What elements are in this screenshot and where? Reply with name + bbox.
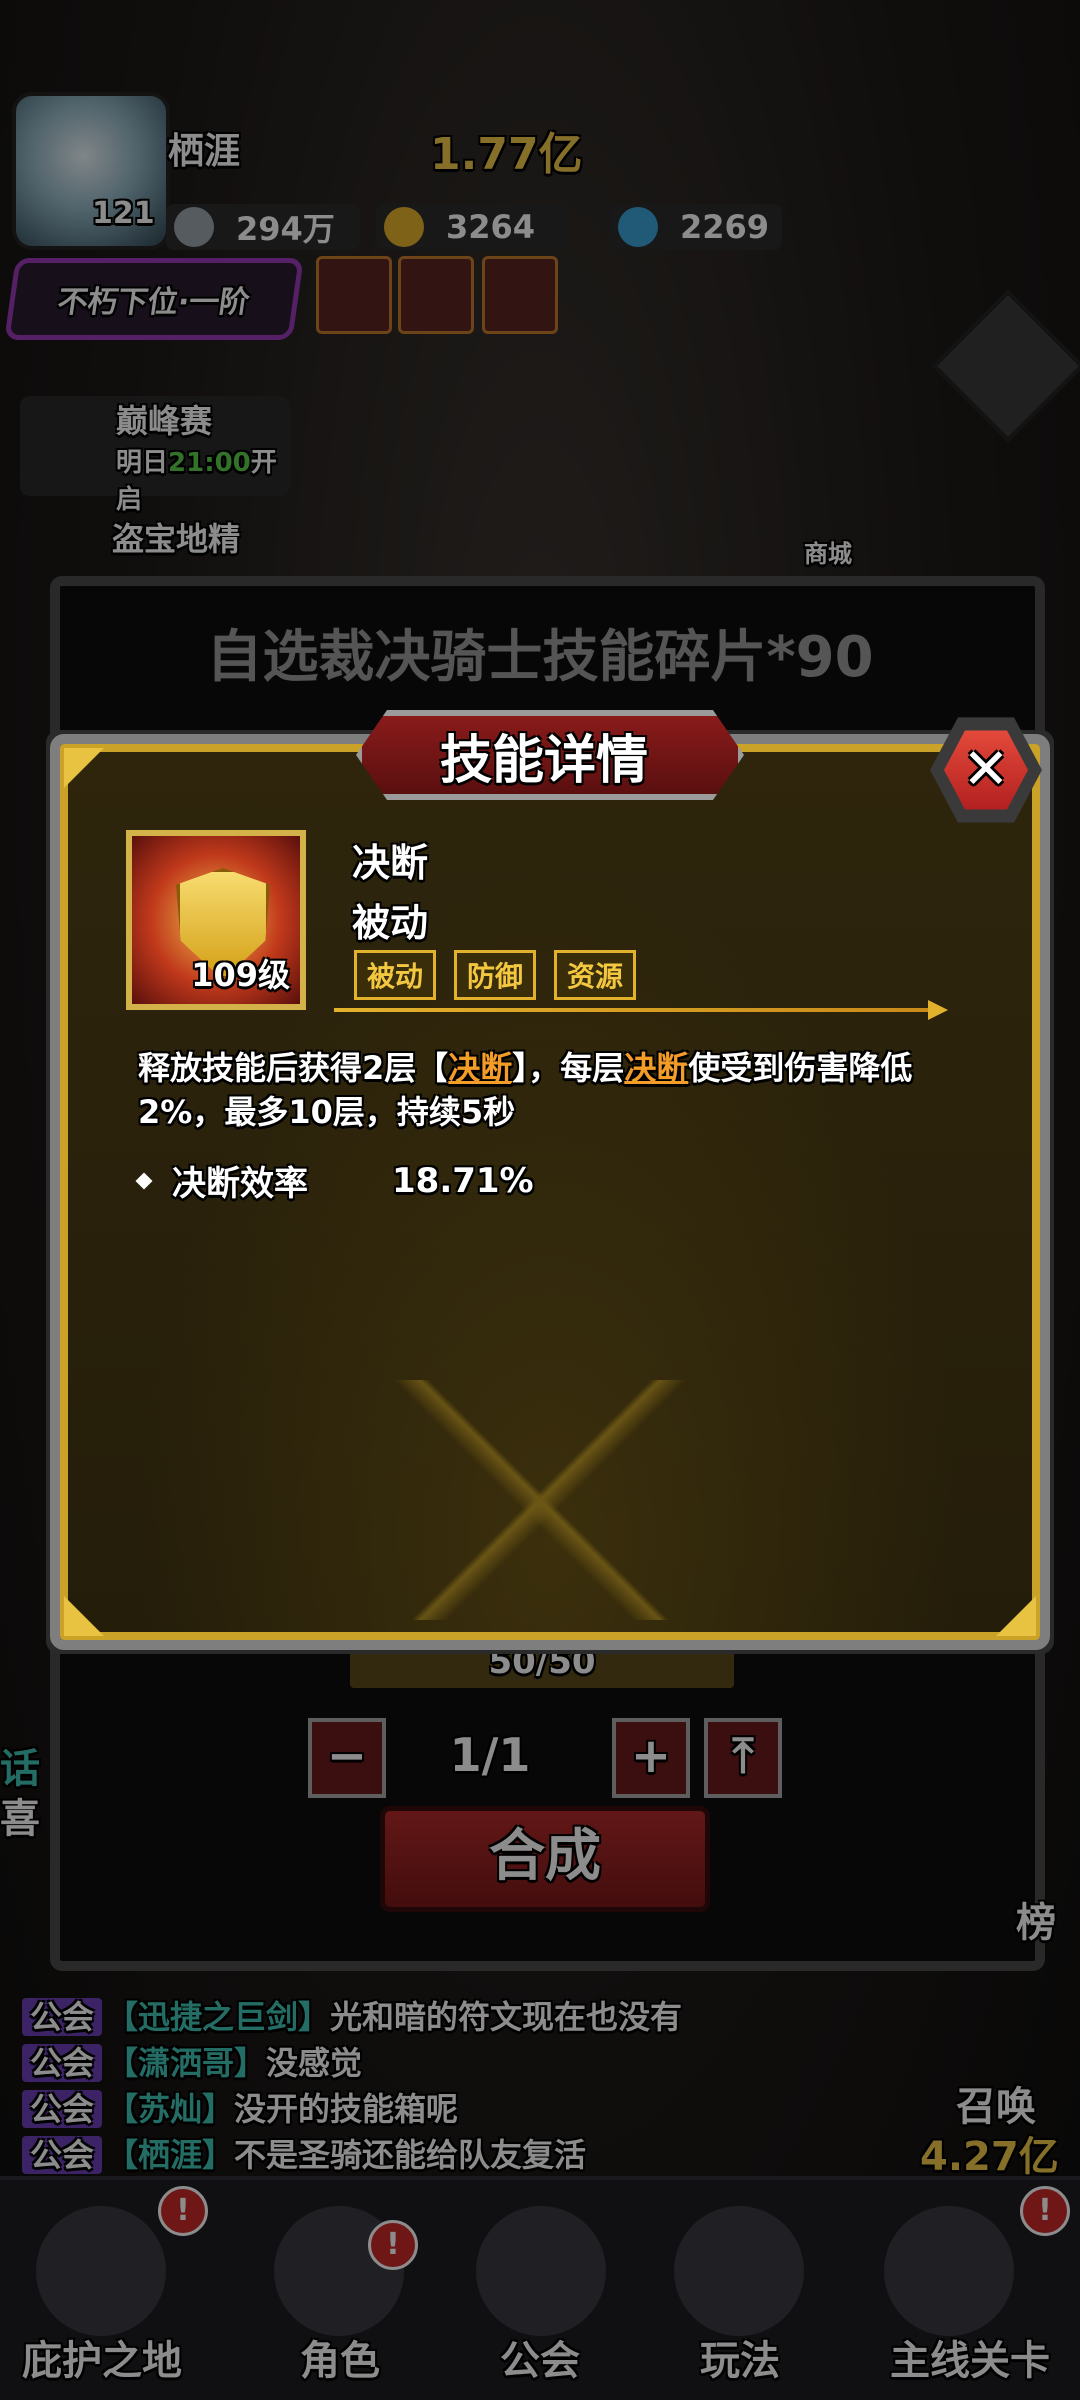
desc-text: 释放技能后获得2层【 (138, 1049, 449, 1087)
nav-character-badge: ! (368, 2220, 418, 2270)
player-power: 1.77亿 (430, 129, 583, 180)
shard-dialog-title: 自选裁决骑士技能碎片*90 (206, 625, 874, 690)
arrow-icon (928, 1000, 948, 1020)
castle-icon (36, 2206, 166, 2336)
resource-gold-value: 3264 (446, 208, 536, 246)
nav-sanctuary-badge: ! (158, 2186, 208, 2236)
skull-icon (674, 2206, 804, 2336)
chat-text: 光和暗的符文现在也没有 (330, 1998, 683, 2036)
nav-sanctuary[interactable]: 庇护之地 (22, 2328, 182, 2386)
rank-badge[interactable]: 不朽下位·一阶 (4, 258, 304, 340)
hero-card-2[interactable] (398, 256, 474, 334)
nav-character[interactable]: 角色 (260, 2328, 420, 2386)
skill-name: 决断 (352, 841, 429, 885)
plus-button[interactable]: + (612, 1718, 690, 1798)
skill-tag: 资源 (554, 950, 637, 1000)
skill-icon: 109级 (126, 830, 306, 1010)
close-button[interactable]: ✕ (930, 714, 1042, 826)
compose-count: 1/1 (449, 1728, 531, 1782)
chat-sender: 【潇洒哥】 (106, 2044, 267, 2082)
peak-time-prefix: 明日 (116, 448, 169, 478)
stat-label: 决断效率 (172, 1164, 308, 1204)
skill-stat-row: 决断效率 18.71% (135, 1156, 534, 1205)
minus-button[interactable]: − (308, 1718, 386, 1798)
player-name: 栖涯 (168, 131, 241, 172)
chat-text: 不是圣骑还能给队友复活 (234, 2136, 587, 2174)
shop-entry[interactable]: 商城 (804, 534, 852, 569)
gem-icon (618, 207, 658, 247)
guild-icon (476, 2206, 606, 2336)
panel-decoration (200, 1380, 880, 1620)
skill-panel-header: 技能详情 (316, 688, 772, 808)
coin-icon (174, 207, 214, 247)
resource-silver[interactable]: 294万 (166, 204, 360, 250)
peak-event-entry[interactable]: 巅峰赛 明日21:00开启 (20, 396, 290, 515)
chat-sender: 【栖涯】 (106, 2136, 235, 2174)
chat-sender: 【苏灿】 (106, 2090, 235, 2128)
desc-text: 】，每层 (512, 1049, 625, 1087)
skill-panel-title: 技能详情 (439, 731, 648, 791)
chat-line[interactable]: 公会 【栖涯】不是圣骑还能给队友复活 (22, 2130, 586, 2176)
chat-tag: 公会 (22, 2044, 103, 2082)
bullet-icon (135, 1172, 153, 1189)
chat-line[interactable]: 公会 【潇洒哥】没感觉 (22, 2038, 362, 2084)
skill-tags: 被动 防御 资源 (354, 950, 637, 1000)
peak-time: 21:00 (168, 448, 251, 478)
skill-description: 释放技能后获得2层【决断】，每层决断使受到伤害降低2%，最多10层，持续5秒 (138, 1046, 958, 1134)
panel-corner (996, 1596, 1036, 1636)
resource-gem-value: 2269 (680, 208, 770, 246)
hero-card-1[interactable] (316, 256, 392, 334)
stat-value: 18.71% (392, 1160, 534, 1201)
divider (334, 1008, 934, 1012)
nav-main-stage[interactable]: 主线关卡 (870, 2328, 1070, 2386)
side-text-2: 喜 (0, 1796, 40, 1842)
resource-gold[interactable]: 3264 (376, 204, 570, 250)
player-level: 121 (92, 196, 155, 231)
panel-corner (64, 748, 104, 788)
chat-line[interactable]: 公会 【迅捷之巨剑】光和暗的符文现在也没有 (22, 1992, 682, 2038)
treasure-goblin-entry[interactable]: 盗宝地精 (112, 514, 240, 560)
skill-level: 109级 (191, 956, 290, 994)
rank-entry[interactable]: 榜 (1016, 1890, 1056, 1948)
peak-event-label: 巅峰赛 (116, 402, 213, 440)
shard-progress: 50/50 (350, 1636, 734, 1688)
desc-highlight: 决断 (448, 1049, 513, 1087)
boss-icon (884, 2206, 1014, 2336)
resource-silver-value: 294万 (236, 210, 335, 248)
skill-tag: 防御 (454, 950, 537, 1000)
skill-kind: 被动 (352, 901, 429, 945)
chat-tag: 公会 (22, 1998, 103, 2036)
compose-button[interactable]: 合成 (380, 1806, 710, 1912)
skill-tag: 被动 (354, 950, 437, 1000)
chat-line[interactable]: 公会 【苏灿】没开的技能箱呢 (22, 2084, 458, 2130)
resource-gem[interactable]: 2269 (610, 204, 782, 250)
chat-tag: 公会 (22, 2136, 103, 2174)
chat-tag: 公会 (22, 2090, 103, 2128)
desc-highlight: 决断 (624, 1049, 689, 1087)
nav-gameplay[interactable]: 玩法 (660, 2328, 820, 2386)
chat-sender: 【迅捷之巨剑】 (106, 1998, 331, 2036)
panel-corner (64, 1596, 104, 1636)
chat-text: 没开的技能箱呢 (234, 2090, 459, 2128)
nav-main-stage-badge: ! (1020, 2186, 1070, 2236)
chat-text: 没感觉 (266, 2044, 363, 2082)
max-button[interactable]: ⤒ (704, 1718, 782, 1798)
nav-guild[interactable]: 公会 (460, 2328, 620, 2386)
guild-power: 4.27亿 (920, 2134, 1059, 2180)
hero-card-3[interactable] (482, 256, 558, 334)
gold-coin-icon (384, 207, 424, 247)
